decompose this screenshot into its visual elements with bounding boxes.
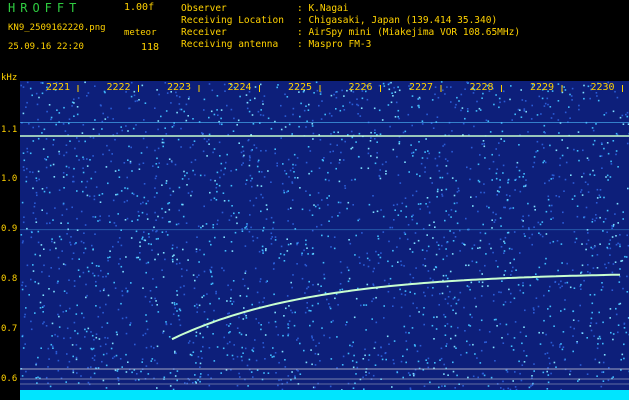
y-tick-label: 1.0 bbox=[1, 174, 18, 184]
timestamp: 25.09.16 22:20 bbox=[8, 42, 84, 52]
app-title: HROFFT bbox=[8, 1, 82, 15]
spectrogram-plot[interactable]: 2221 2222 2223 2224 2225 2226 2227 2228 2229 2230 bbox=[20, 81, 629, 400]
bottom-noise-band bbox=[20, 390, 629, 400]
station-value: : K.Nagai bbox=[297, 3, 349, 14]
x-tick-label: 2222 bbox=[106, 82, 130, 93]
meteor-count: 118 bbox=[141, 42, 160, 53]
x-tick-label: 2229 bbox=[530, 82, 554, 93]
x-tick-label: 2221 bbox=[46, 82, 70, 93]
station-row-observer: Observer : K.Nagai bbox=[181, 3, 520, 15]
x-tick-label: 2226 bbox=[348, 82, 372, 93]
x-tick-label: 2223 bbox=[167, 82, 191, 93]
spectrogram-canvas: 2221 2222 2223 2224 2225 2226 2227 2228 2229 2230 bbox=[20, 81, 629, 400]
y-tick-label: 0.8 bbox=[1, 274, 18, 284]
spectrogram-background bbox=[20, 81, 629, 400]
app-version: 1.00f bbox=[124, 2, 155, 13]
y-tick-label: 1.1 bbox=[1, 125, 18, 135]
station-row-antenna: Receiving antenna : Maspro FM-3 bbox=[181, 39, 520, 51]
station-row-receiver: Receiver : AirSpy mini (Miakejima VOR 108… bbox=[181, 27, 520, 39]
station-info: Observer : K.Nagai Receiving Location : Ch… bbox=[181, 3, 520, 51]
station-row-location: Receiving Location : Chigasaki, Japan (13… bbox=[181, 15, 520, 27]
y-tick-label: 0.7 bbox=[1, 324, 18, 334]
mode-label: meteor bbox=[124, 28, 157, 38]
header-panel: HROFFT 1.00f KN9_2509162220.png meteor 2… bbox=[0, 0, 629, 75]
station-value: : Chigasaki, Japan (139.414 35.340) bbox=[297, 15, 498, 26]
x-tick-label: 2224 bbox=[227, 82, 251, 93]
x-tick-label: 2227 bbox=[409, 82, 433, 93]
station-key: Receiver bbox=[181, 27, 227, 38]
x-tick-label: 2228 bbox=[469, 82, 493, 93]
station-value: : AirSpy mini (Miakejima VOR 108.65MHz) bbox=[297, 27, 521, 38]
station-key: Receiving antenna bbox=[181, 39, 279, 50]
y-tick-label: 0.6 bbox=[1, 374, 18, 384]
x-tick-label: 2230 bbox=[590, 82, 614, 93]
station-key: Receiving Location bbox=[181, 15, 284, 26]
y-tick-label: 0.9 bbox=[1, 224, 18, 234]
station-value: : Maspro FM-3 bbox=[297, 39, 372, 50]
station-key: Observer bbox=[181, 3, 227, 14]
x-tick-label: 2225 bbox=[288, 82, 312, 93]
image-filename: KN9_2509162220.png bbox=[8, 23, 106, 33]
frequency-axis: 1.1 1.0 0.9 0.8 0.7 0.6 bbox=[0, 81, 20, 400]
